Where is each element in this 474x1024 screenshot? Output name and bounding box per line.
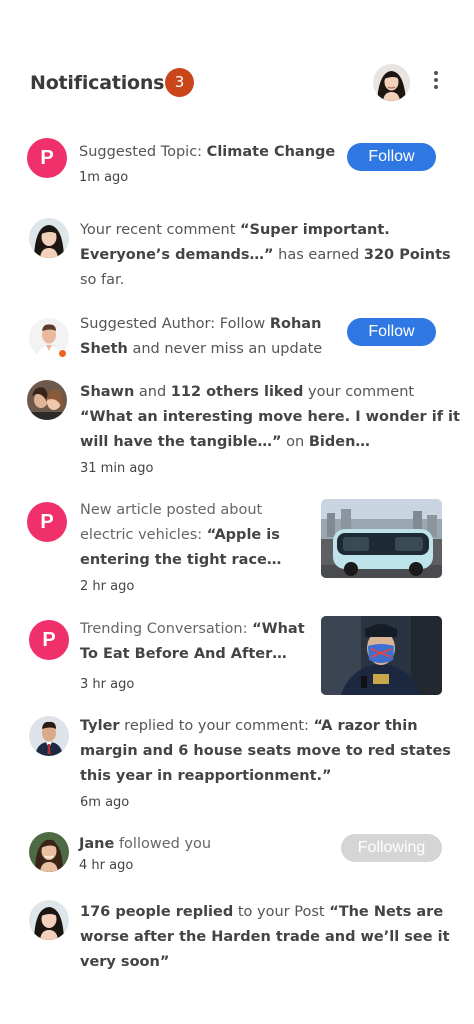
notification-time: 3 hr ago — [80, 677, 135, 692]
notification-text: Jane followed you — [79, 836, 212, 852]
brand-p-avatar: P — [29, 620, 69, 660]
article-thumbnail[interactable] — [321, 616, 442, 695]
notification-text: Suggested Topic: Climate Change — [79, 144, 336, 160]
brand-p-avatar: P — [27, 502, 67, 542]
notification-time: 1m ago — [79, 170, 129, 185]
page-title: Notifications — [30, 72, 165, 94]
notification-time: 31 min ago — [80, 461, 154, 476]
notifications-header: Notifications 3 — [0, 60, 474, 106]
notification-text: Tyler replied to your comment: “A razor … — [80, 718, 451, 784]
notification-text: New article posted about electric vehicl… — [80, 502, 282, 568]
following-button[interactable]: Following — [341, 834, 442, 862]
notification-time: 6m ago — [80, 795, 130, 810]
more-vertical-icon[interactable] — [428, 71, 444, 95]
user-avatar[interactable] — [373, 64, 410, 101]
notification-count-badge: 3 — [165, 68, 194, 97]
article-thumbnail[interactable] — [321, 499, 442, 578]
follow-topic-button[interactable]: Follow — [347, 143, 436, 171]
user-avatar — [29, 716, 69, 756]
group-avatar — [27, 380, 67, 420]
notification-text: Suggested Author: Follow Rohan Sheth and… — [80, 316, 323, 357]
user-avatar — [29, 832, 69, 872]
notification-text: Trending Conversation: “What To Eat Befo… — [80, 621, 305, 662]
user-avatar — [29, 900, 69, 940]
online-status-dot — [58, 349, 67, 358]
notification-time: 2 hr ago — [80, 579, 135, 594]
notification-time: 4 hr ago — [79, 858, 134, 873]
brand-p-avatar: P — [27, 138, 67, 178]
user-avatar — [29, 218, 69, 258]
follow-author-button[interactable]: Follow — [347, 318, 436, 346]
notification-text: Your recent comment “Super important. Ev… — [80, 222, 451, 288]
notification-text: Shawn and 112 others liked your comment … — [80, 384, 460, 450]
notification-text: 176 people replied to your Post “The Net… — [80, 904, 450, 970]
